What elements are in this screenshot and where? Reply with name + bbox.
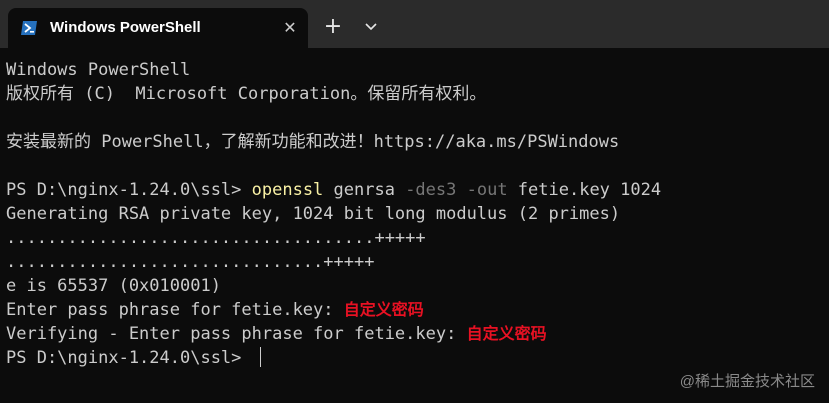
prompt-line: PS D:\nginx-1.24.0\ssl> [6,346,824,370]
command-arg: genrsa [323,180,406,200]
prompt: PS D:\nginx-1.24.0\ssl> [6,348,252,368]
pass-phrase-line: Enter pass phrase for fetie.key: 自定义密码 [6,298,824,322]
terminal-line: 版权所有 (C) Microsoft Corporation。保留所有权利。 [6,84,487,104]
text-cursor [259,347,261,367]
command-name: openssl [251,180,324,200]
pass-prompt: Enter pass phrase for fetie.key: [6,300,344,320]
command-param: -des3 [405,180,457,200]
tab-windows-powershell[interactable]: Windows PowerShell ✕ [8,8,308,48]
verify-line: Verifying - Enter pass phrase for fetie.… [6,322,824,346]
command-arg: fetie.key 1024 [507,180,662,200]
annotation-label: 自定义密码 [466,326,547,343]
prompt: PS D:\nginx-1.24.0\ssl> [6,180,252,200]
terminal-output[interactable]: Windows PowerShell 版权所有 (C) Microsoft Co… [6,58,824,388]
powershell-icon [21,21,37,35]
watermark: @稀土掘金技术社区 [679,373,815,390]
terminal-line: Windows PowerShell [6,60,191,80]
terminal-window: Windows PowerShell ✕ + Windows PowerShel… [0,0,829,403]
new-tab-button[interactable]: + [320,14,346,40]
terminal-line: e is 65537 (0x010001) [6,276,221,296]
title-bar: Windows PowerShell ✕ + [0,0,829,48]
tab-title: Windows PowerShell [50,19,201,36]
terminal-line: Generating RSA private key, 1024 bit lon… [6,204,621,224]
terminal-line: 安装最新的 PowerShell，了解新功能和改进！https://aka.ms… [6,132,620,152]
terminal-line: ....................................++++… [6,228,426,248]
close-icon[interactable]: ✕ [278,16,302,40]
command-line: PS D:\nginx-1.24.0\ssl> openssl genrsa -… [6,178,824,202]
verify-prompt: Verifying - Enter pass phrase for fetie.… [6,324,467,344]
annotation-label: 自定义密码 [343,302,424,319]
command-param: -out [456,180,508,200]
terminal-line: ...............................+++++ [6,252,375,272]
chevron-down-icon[interactable] [358,14,384,40]
